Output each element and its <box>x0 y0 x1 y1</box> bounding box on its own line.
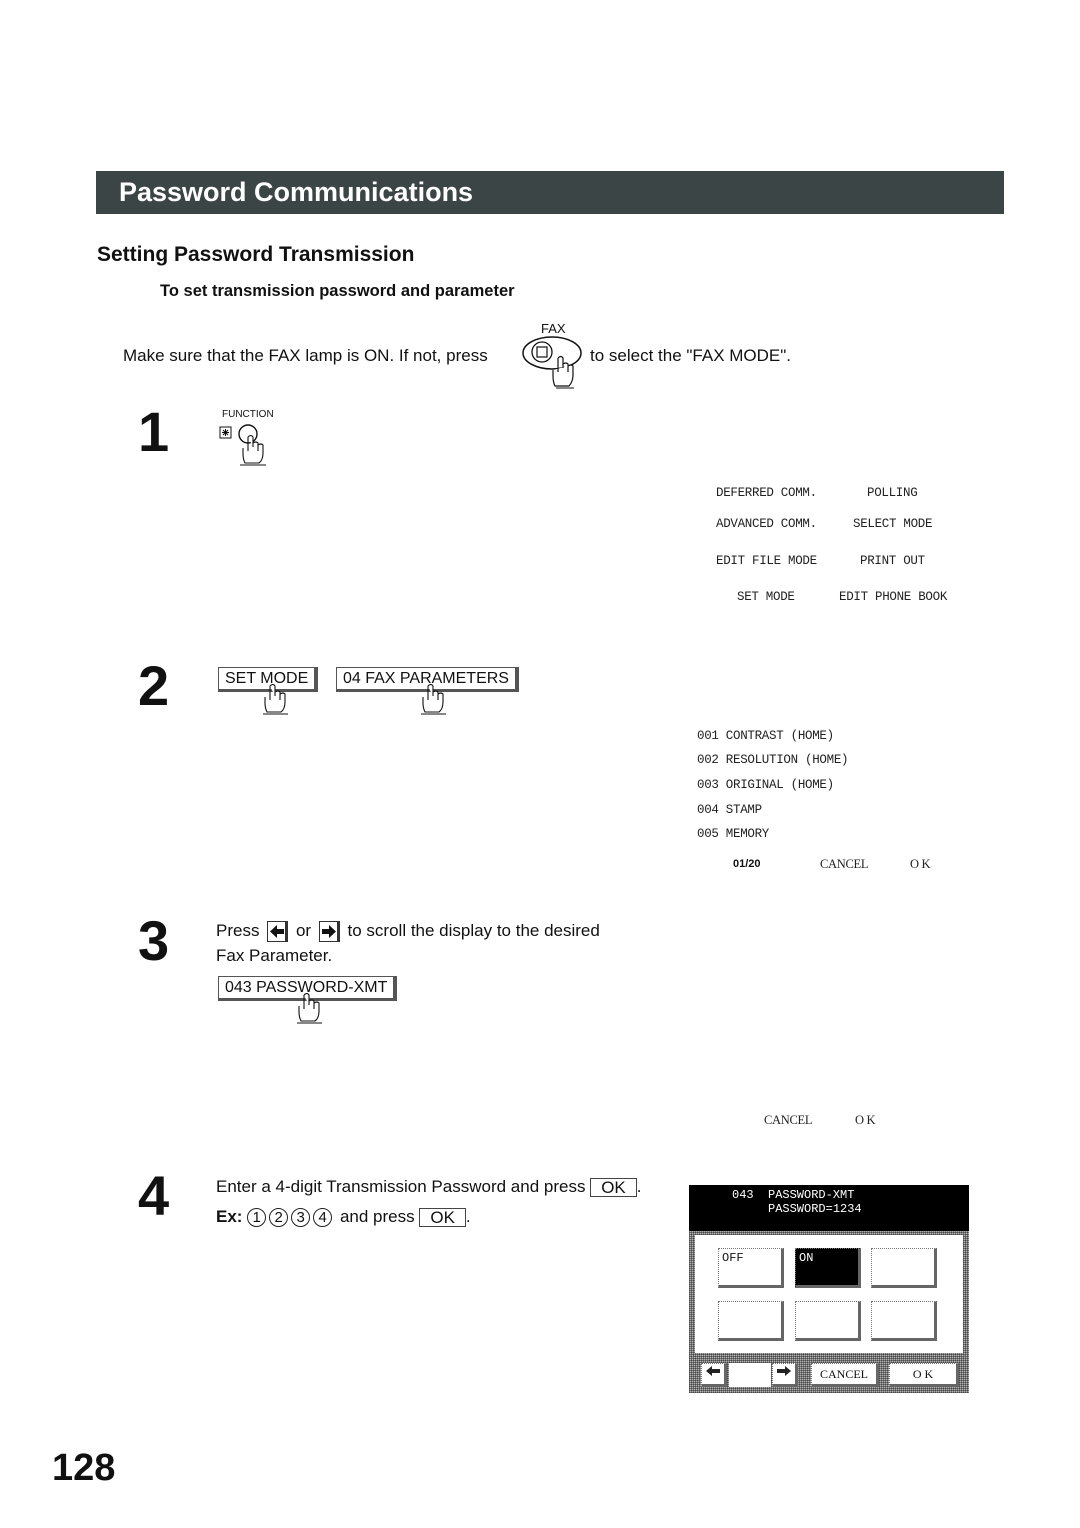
press-hand-icon <box>263 684 288 715</box>
ok-key[interactable]: OK <box>419 1208 466 1228</box>
step-3-rest-text: to scroll the display to the desired <box>347 921 600 940</box>
panel-button-area: OFF ON <box>695 1235 963 1353</box>
step-2-number: 2 <box>138 654 170 717</box>
ok-key[interactable]: OK <box>590 1178 637 1198</box>
lcd-ok-button[interactable]: O K <box>910 857 931 872</box>
sub-title: To set transmission password and paramet… <box>160 282 515 300</box>
and-press-text: and press <box>339 1207 415 1226</box>
lcd-param-item[interactable]: 001 CONTRAST (HOME) <box>697 729 834 743</box>
step-3-press-text: Press <box>216 921 260 940</box>
digit-key-2[interactable]: 2 <box>269 1208 289 1228</box>
lcd-menu-print-out[interactable]: PRINT OUT <box>860 554 925 568</box>
lcd-menu-advanced-comm[interactable]: ADVANCED COMM. <box>716 517 817 531</box>
panel-blank-button[interactable] <box>871 1248 937 1288</box>
panel-on-button[interactable]: ON <box>795 1248 861 1288</box>
step-3-or-text: or <box>295 921 312 940</box>
lcd-menu-select-mode[interactable]: SELECT MODE <box>853 517 933 531</box>
panel-ok-button[interactable]: O K <box>889 1363 959 1387</box>
intro-text-before: Make sure that the FAX lamp is ON. If no… <box>123 346 488 365</box>
lcd-ok-button[interactable]: O K <box>855 1113 876 1128</box>
period: . <box>636 1177 642 1196</box>
right-arrow-icon <box>321 925 336 939</box>
left-arrow-icon <box>706 1366 720 1376</box>
lcd-menu-edit-phone-book[interactable]: EDIT PHONE BOOK <box>839 590 947 604</box>
lcd-menu-deferred-comm[interactable]: DEFERRED COMM. <box>716 486 817 500</box>
left-arrow-key[interactable] <box>267 921 289 943</box>
step-3-instruction: Press or to scroll the display to the de… <box>216 921 600 943</box>
lcd-param-item[interactable]: 005 MEMORY <box>697 827 769 841</box>
panel-blank-button[interactable] <box>718 1301 784 1341</box>
step-1-number: 1 <box>138 400 170 463</box>
intro-text-after: to select the "FAX MODE". <box>590 346 792 365</box>
step-4-line1: Enter a 4-digit Transmission Password an… <box>216 1177 642 1198</box>
panel-footer-blank <box>729 1363 771 1387</box>
step-4-number: 4 <box>138 1164 170 1227</box>
press-hand-icon <box>421 684 446 715</box>
period: . <box>465 1207 471 1226</box>
function-key-label: FUNCTION <box>222 409 274 420</box>
lcd-param-item[interactable]: 003 ORIGINAL (HOME) <box>697 778 834 792</box>
lcd-param-item[interactable]: 004 STAMP <box>697 803 762 817</box>
panel-right-arrow-button[interactable] <box>772 1363 798 1387</box>
lcd-menu-edit-file-mode[interactable]: EDIT FILE MODE <box>716 554 817 568</box>
touch-panel: 043 PASSWORD-XMT PASSWORD=1234 OFF ON CA… <box>689 1185 969 1393</box>
digit-key-3[interactable]: 3 <box>291 1208 311 1228</box>
panel-screen: 043 PASSWORD-XMT PASSWORD=1234 <box>689 1185 969 1231</box>
panel-left-arrow-button[interactable] <box>701 1363 727 1387</box>
step-4-line2: Ex: 1234 and press OK. <box>216 1207 471 1228</box>
panel-screen-line2: PASSWORD=1234 <box>732 1202 862 1216</box>
right-arrow-icon <box>777 1366 791 1376</box>
panel-blank-button[interactable] <box>795 1301 861 1341</box>
right-arrow-key[interactable] <box>318 921 340 943</box>
step-4-instruction: Enter a 4-digit Transmission Password an… <box>216 1177 586 1196</box>
lcd-param-item[interactable]: 002 RESOLUTION (HOME) <box>697 753 849 767</box>
fax-key-label: FAX <box>541 321 566 336</box>
page-number: 128 <box>52 1447 116 1489</box>
panel-off-button[interactable]: OFF <box>718 1248 784 1288</box>
panel-cancel-button[interactable]: CANCEL <box>811 1363 879 1387</box>
step-3-number: 3 <box>138 909 170 972</box>
fax-key-icon <box>522 336 582 389</box>
lcd-cancel-button[interactable]: CANCEL <box>764 1113 813 1128</box>
example-label: Ex: <box>216 1207 243 1226</box>
digit-key-1[interactable]: 1 <box>247 1208 267 1228</box>
fax-key-button[interactable] <box>522 336 582 389</box>
section-header-bar: Password Communications <box>96 171 1004 214</box>
press-hand-icon <box>297 993 322 1024</box>
lcd-menu-set-mode[interactable]: SET MODE <box>737 590 795 604</box>
panel-screen-line1: 043 PASSWORD-XMT <box>732 1188 855 1202</box>
function-key-button[interactable] <box>218 423 273 468</box>
section-title: Setting Password Transmission <box>97 243 415 266</box>
lcd-menu-polling[interactable]: POLLING <box>867 486 918 500</box>
digit-key-4[interactable]: 4 <box>313 1208 333 1228</box>
panel-blank-button[interactable] <box>871 1301 937 1341</box>
function-key-icon <box>219 424 266 466</box>
left-arrow-icon <box>270 925 285 939</box>
lcd-page-indicator: 01/20 <box>733 858 761 870</box>
step-3-line2: Fax Parameter. <box>216 946 333 965</box>
lcd-cancel-button[interactable]: CANCEL <box>820 857 869 872</box>
